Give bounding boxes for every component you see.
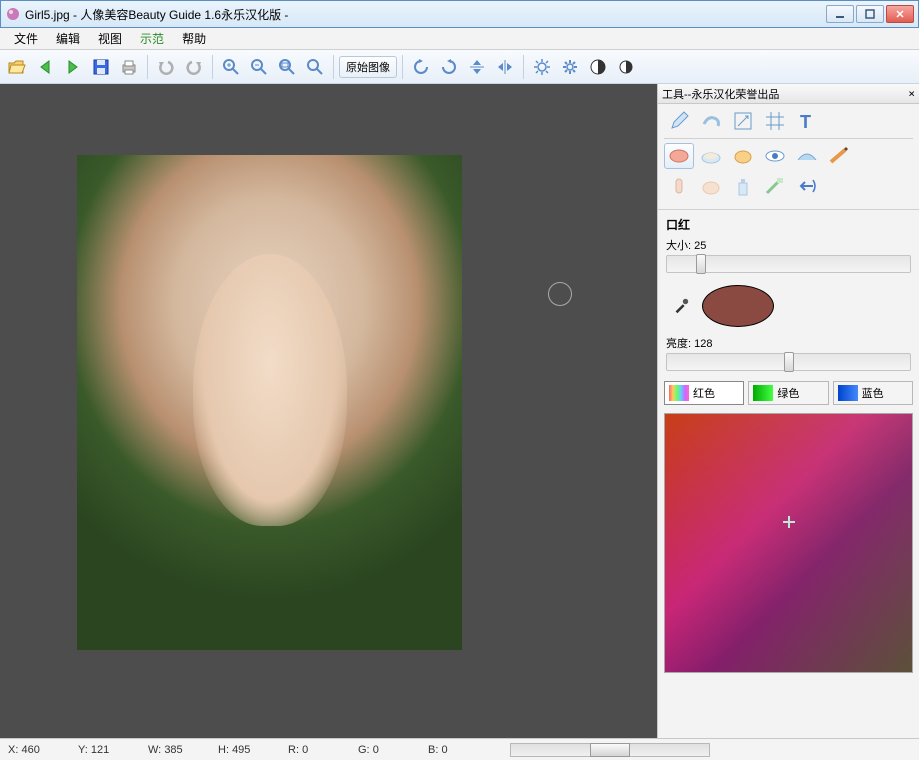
powder-tool[interactable] <box>696 143 726 169</box>
flip-vertical-button[interactable] <box>464 54 490 80</box>
open-button[interactable] <box>4 54 30 80</box>
canvas-area[interactable] <box>0 84 657 738</box>
size-label: 大小: 25 <box>666 237 911 253</box>
flip-horizontal-button[interactable] <box>492 54 518 80</box>
zoom-out-button[interactable] <box>246 54 272 80</box>
eyeshadow-tool[interactable] <box>792 143 822 169</box>
resize-tool[interactable] <box>728 108 758 134</box>
bottle-tool[interactable] <box>728 173 758 199</box>
zoom-fit-button[interactable] <box>274 54 300 80</box>
menu-bar: 文件 编辑 视图 示范 帮助 <box>0 28 919 50</box>
brush-cursor-icon <box>548 282 572 306</box>
main-toolbar: 原始图像 <box>0 50 919 84</box>
photo-image <box>77 155 462 650</box>
channel-tab-green[interactable]: 绿色 <box>748 381 828 405</box>
print-button[interactable] <box>116 54 142 80</box>
smudge-tool[interactable] <box>696 108 726 134</box>
concealer-tool[interactable] <box>664 173 694 199</box>
settings-button[interactable] <box>557 54 583 80</box>
tools-panel-header: 工具--永乐汉化荣誉出品 × <box>658 84 919 104</box>
text-tool[interactable]: T <box>792 108 822 134</box>
brightness-slider[interactable] <box>666 353 911 371</box>
menu-edit[interactable]: 编辑 <box>48 28 88 49</box>
warp-tool[interactable] <box>792 173 822 199</box>
channel-tab-red[interactable]: 红色 <box>664 381 744 405</box>
menu-view[interactable]: 视图 <box>90 28 130 49</box>
status-w: W: 385 <box>140 744 210 756</box>
status-y: Y: 121 <box>70 744 140 756</box>
menu-help[interactable]: 帮助 <box>174 28 214 49</box>
svg-text:T: T <box>800 112 811 132</box>
menu-demo[interactable]: 示范 <box>132 28 172 49</box>
lipstick-color-swatch[interactable] <box>702 285 774 327</box>
pencil-tool[interactable] <box>664 108 694 134</box>
eyedropper-icon[interactable] <box>672 297 690 315</box>
status-g: G: 0 <box>350 744 420 756</box>
brightness-button[interactable] <box>529 54 555 80</box>
eye-tool[interactable] <box>760 143 790 169</box>
color-picker-crosshair-icon <box>783 516 795 528</box>
lipstick-tool[interactable] <box>664 143 694 169</box>
contrast2-button[interactable] <box>613 54 639 80</box>
color-picker-field[interactable] <box>664 413 913 673</box>
rotate-ccw-button[interactable] <box>408 54 434 80</box>
tools-panel-title: 工具--永乐汉化荣誉出品 <box>662 86 779 102</box>
channel-tab-blue[interactable]: 蓝色 <box>833 381 913 405</box>
menu-file[interactable]: 文件 <box>6 28 46 49</box>
rotate-cw-button[interactable] <box>436 54 462 80</box>
contrast-button[interactable] <box>585 54 611 80</box>
window-titlebar: Girl5.jpg - 人像美容Beauty Guide 1.6永乐汉化版 - <box>0 0 919 28</box>
redo-button[interactable] <box>181 54 207 80</box>
prev-button[interactable] <box>32 54 58 80</box>
horizontal-scrollbar[interactable] <box>510 743 710 757</box>
status-x: X: 460 <box>0 744 70 756</box>
status-bar: X: 460 Y: 121 W: 385 H: 495 R: 0 G: 0 B:… <box>0 738 919 760</box>
original-image-button[interactable]: 原始图像 <box>339 56 397 78</box>
eyepencil-tool[interactable] <box>824 143 854 169</box>
size-slider[interactable] <box>666 255 911 273</box>
undo-button[interactable] <box>153 54 179 80</box>
window-title: Girl5.jpg - 人像美容Beauty Guide 1.6永乐汉化版 - <box>25 6 826 23</box>
close-button[interactable] <box>886 5 914 23</box>
tools-panel-close-button[interactable]: × <box>908 87 915 100</box>
minimize-button[interactable] <box>826 5 854 23</box>
toothbrush-tool[interactable] <box>760 173 790 199</box>
brightness-label: 亮度: 128 <box>666 335 911 351</box>
status-r: R: 0 <box>280 744 350 756</box>
crop-tool[interactable] <box>760 108 790 134</box>
status-h: H: 495 <box>210 744 280 756</box>
status-b: B: 0 <box>420 744 490 756</box>
maximize-button[interactable] <box>856 5 884 23</box>
skin-tool[interactable] <box>696 173 726 199</box>
zoom-actual-button[interactable] <box>302 54 328 80</box>
section-title-lipstick: 口红 <box>658 214 919 235</box>
save-button[interactable] <box>88 54 114 80</box>
tools-panel: 工具--永乐汉化荣誉出品 × T <box>657 84 919 738</box>
zoom-in-button[interactable] <box>218 54 244 80</box>
app-icon <box>5 6 21 22</box>
blush-tool[interactable] <box>728 143 758 169</box>
next-button[interactable] <box>60 54 86 80</box>
